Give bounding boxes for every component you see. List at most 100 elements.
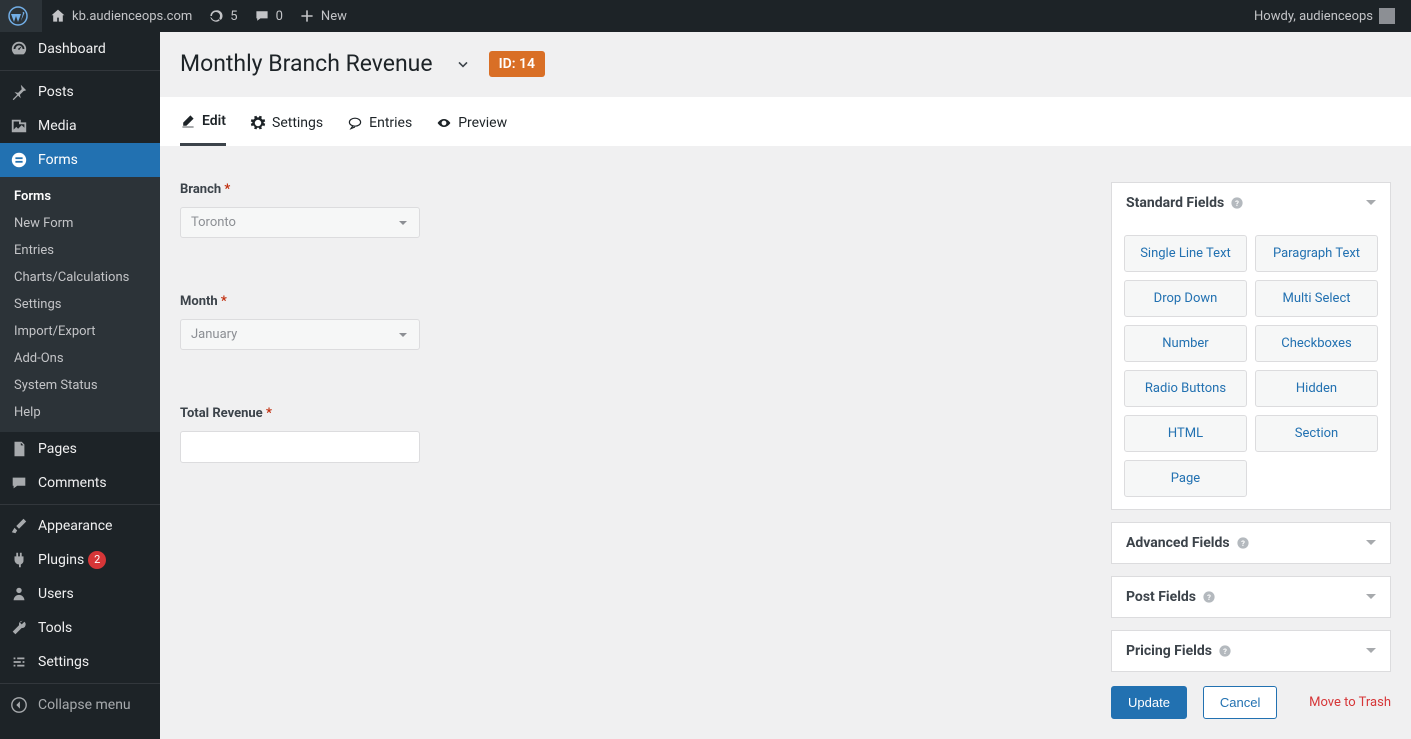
updates[interactable]: 5: [200, 0, 245, 32]
submenu-addons[interactable]: Add-Ons: [0, 345, 160, 372]
help-icon[interactable]: ?: [1236, 536, 1250, 550]
field-paragraph[interactable]: Paragraph Text: [1255, 235, 1378, 272]
updates-count: 5: [230, 9, 237, 24]
form-tabs: Edit Settings Entries Preview: [160, 97, 1411, 146]
media-icon: [10, 117, 30, 135]
required-mark: *: [221, 294, 227, 309]
tab-edit[interactable]: Edit: [180, 109, 226, 146]
my-account[interactable]: Howdy, audienceops: [1246, 0, 1403, 32]
forms-icon: [10, 151, 30, 169]
sidebar-item-label: Forms: [38, 152, 78, 168]
tab-label: Settings: [272, 115, 323, 131]
tab-preview[interactable]: Preview: [436, 109, 507, 146]
separator: [0, 504, 160, 505]
page-header: Monthly Branch Revenue ID: 14: [160, 32, 1411, 97]
comments[interactable]: 0: [246, 0, 291, 32]
refresh-icon: [208, 8, 224, 24]
sidebar-item-label: Posts: [38, 84, 74, 100]
content-wrap: Branch * Toronto Month * January Total R…: [160, 146, 1411, 739]
chevron-down-icon[interactable]: [1366, 594, 1376, 604]
branch-select[interactable]: Toronto: [180, 207, 420, 238]
submenu-help[interactable]: Help: [0, 399, 160, 426]
sidebar-item-users[interactable]: Users: [0, 577, 160, 611]
site-name[interactable]: kb.audienceops.com: [42, 0, 200, 32]
collapse-menu[interactable]: Collapse menu: [0, 688, 160, 722]
edit-icon: [180, 113, 196, 129]
submenu-charts[interactable]: Charts/Calculations: [0, 264, 160, 291]
sidebar-item-plugins[interactable]: Plugins 2: [0, 543, 160, 577]
sidebar-item-label: Plugins: [38, 552, 84, 568]
sidebar-item-label: Settings: [38, 654, 89, 670]
submenu-settings[interactable]: Settings: [0, 291, 160, 318]
field-checkboxes[interactable]: Checkboxes: [1255, 325, 1378, 362]
cancel-button[interactable]: Cancel: [1203, 686, 1277, 719]
field-page[interactable]: Page: [1124, 460, 1247, 497]
revenue-input[interactable]: [180, 431, 420, 463]
sidebar-item-appearance[interactable]: Appearance: [0, 509, 160, 543]
field-html[interactable]: HTML: [1124, 415, 1247, 452]
admin-sidebar: Dashboard Posts Media Forms Forms New Fo…: [0, 32, 160, 739]
tab-label: Entries: [369, 115, 412, 131]
sidebar-item-forms[interactable]: Forms: [0, 143, 160, 177]
sidebar-item-settings[interactable]: Settings: [0, 645, 160, 679]
submenu-system-status[interactable]: System Status: [0, 372, 160, 399]
submenu-forms[interactable]: Forms: [0, 183, 160, 210]
help-icon[interactable]: ?: [1218, 644, 1232, 658]
field-branch[interactable]: Branch * Toronto: [180, 182, 1091, 238]
panel-head-advanced[interactable]: Advanced Fields ?: [1112, 523, 1390, 563]
panel-head-pricing[interactable]: Pricing Fields ?: [1112, 631, 1390, 671]
field-number[interactable]: Number: [1124, 325, 1247, 362]
form-editor: Branch * Toronto Month * January Total R…: [180, 182, 1091, 719]
admin-bar: kb.audienceops.com 5 0 New Howdy, audien…: [0, 0, 1411, 32]
chat-icon: [347, 115, 363, 131]
help-icon[interactable]: ?: [1230, 196, 1244, 210]
field-multiselect[interactable]: Multi Select: [1255, 280, 1378, 317]
comment-icon: [10, 474, 30, 492]
plus-icon: [299, 8, 315, 24]
field-dropdown[interactable]: Drop Down: [1124, 280, 1247, 317]
collapse-icon: [10, 696, 30, 714]
tab-settings[interactable]: Settings: [250, 109, 323, 146]
sidebar-item-label: Media: [38, 118, 77, 134]
help-icon[interactable]: ?: [1202, 590, 1216, 604]
submenu-new-form[interactable]: New Form: [0, 210, 160, 237]
field-hidden[interactable]: Hidden: [1255, 370, 1378, 407]
sidebar-item-tools[interactable]: Tools: [0, 611, 160, 645]
panel-advanced-fields: Advanced Fields ?: [1111, 522, 1391, 564]
chevron-down-icon[interactable]: [1366, 648, 1376, 658]
home-icon: [50, 8, 66, 24]
move-to-trash-link[interactable]: Move to Trash: [1309, 695, 1391, 710]
panel-title: Pricing Fields: [1126, 643, 1212, 659]
field-month[interactable]: Month * January: [180, 294, 1091, 350]
chevron-down-icon[interactable]: [1366, 540, 1376, 550]
svg-text:?: ?: [1223, 647, 1227, 656]
field-radio[interactable]: Radio Buttons: [1124, 370, 1247, 407]
tab-entries[interactable]: Entries: [347, 109, 412, 146]
sidebar-item-dashboard[interactable]: Dashboard: [0, 32, 160, 66]
sidebar-item-label: Tools: [38, 620, 72, 636]
sidebar-item-media[interactable]: Media: [0, 109, 160, 143]
wp-logo[interactable]: [0, 0, 42, 32]
sidebar-item-posts[interactable]: Posts: [0, 75, 160, 109]
new-label: New: [321, 9, 347, 24]
required-mark: *: [224, 182, 230, 197]
submenu-entries[interactable]: Entries: [0, 237, 160, 264]
sidebar-item-pages[interactable]: Pages: [0, 432, 160, 466]
gear-icon: [250, 115, 266, 131]
submenu-import-export[interactable]: Import/Export: [0, 318, 160, 345]
forms-submenu: Forms New Form Entries Charts/Calculatio…: [0, 177, 160, 432]
panel-head-standard[interactable]: Standard Fields ?: [1112, 183, 1390, 223]
panel-post-fields: Post Fields ?: [1111, 576, 1391, 618]
field-single-line[interactable]: Single Line Text: [1124, 235, 1247, 272]
user-icon: [10, 585, 30, 603]
sidebar-item-comments[interactable]: Comments: [0, 466, 160, 500]
sidebar-item-label: Dashboard: [38, 41, 106, 57]
update-button[interactable]: Update: [1111, 686, 1187, 719]
form-switcher[interactable]: [455, 56, 471, 72]
field-revenue[interactable]: Total Revenue *: [180, 406, 1091, 463]
panel-head-post[interactable]: Post Fields ?: [1112, 577, 1390, 617]
chevron-down-icon[interactable]: [1366, 200, 1376, 210]
month-select[interactable]: January: [180, 319, 420, 350]
field-section[interactable]: Section: [1255, 415, 1378, 452]
new-content[interactable]: New: [291, 0, 355, 32]
